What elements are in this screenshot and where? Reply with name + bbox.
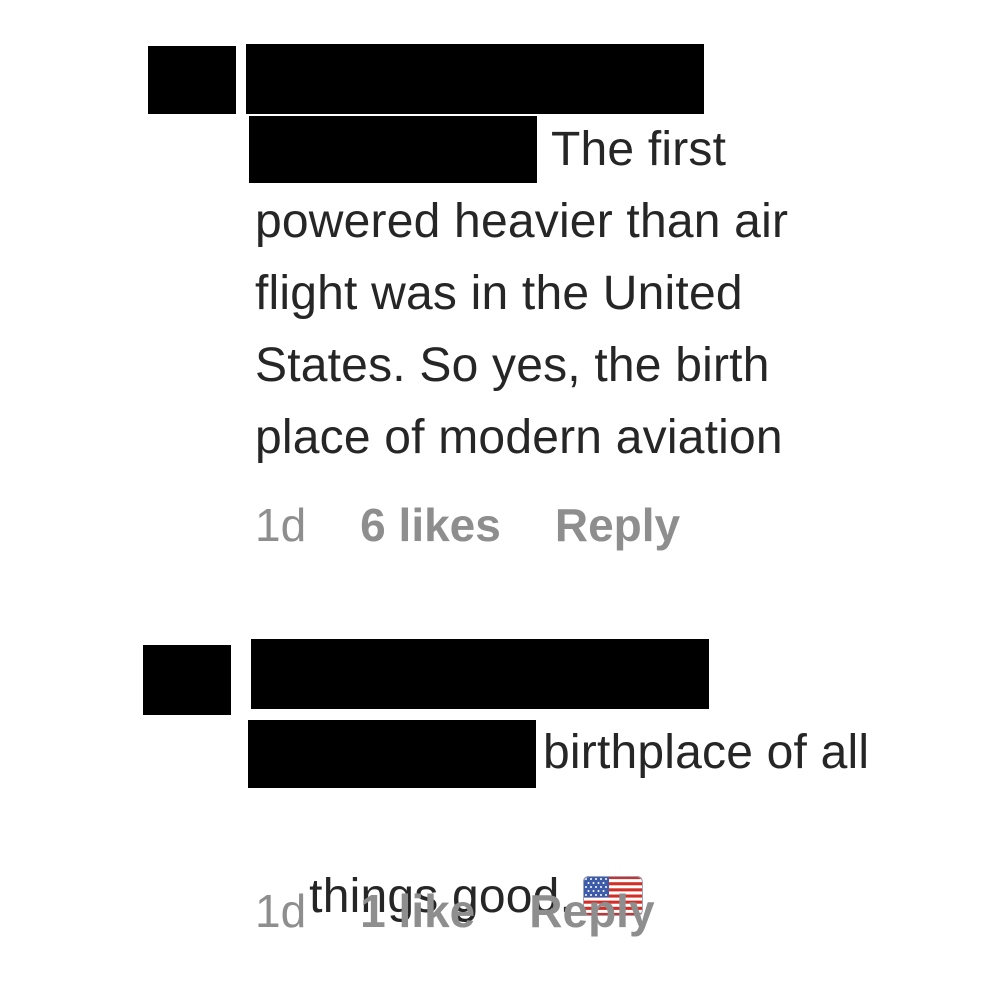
username[interactable]	[251, 639, 709, 709]
mention-redacted[interactable]	[248, 720, 536, 788]
avatar[interactable]	[143, 645, 231, 715]
comment-item: birthplace of all things good. 1d 1 like…	[0, 0, 997, 1004]
reply-button[interactable]: Reply	[529, 884, 654, 938]
likes-count[interactable]: 1 like	[360, 884, 475, 938]
comment-meta: 1d 1 like Reply	[255, 884, 709, 938]
comment-time[interactable]: 1d	[255, 884, 306, 938]
comment-text-first-line: birthplace of all	[543, 726, 870, 779]
